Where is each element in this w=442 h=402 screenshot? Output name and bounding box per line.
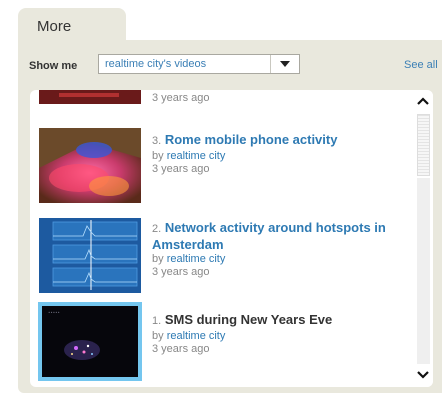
video-time: 3 years ago (152, 163, 210, 175)
by-label: by (152, 150, 167, 162)
video-time: 3 years ago (152, 92, 210, 104)
tab-more[interactable]: More (18, 8, 126, 42)
list-item[interactable]: 3. Rome mobile phone activity by realtim… (30, 124, 400, 204)
chevron-down-icon[interactable] (413, 366, 433, 386)
video-title[interactable]: SMS during New Years Eve (165, 312, 332, 327)
video-title-link[interactable]: Rome mobile phone activity (165, 132, 338, 147)
list-item-partial[interactable]: 3 years ago (30, 90, 400, 105)
show-me-select-value: realtime city's videos (105, 58, 207, 70)
chevron-up-icon[interactable] (413, 92, 433, 112)
video-list: 3 years ago 3. Rome mobile phone activit… (30, 90, 433, 387)
list-item[interactable]: 2. Network activity around hotspots in A… (30, 214, 400, 296)
video-thumbnail[interactable] (39, 128, 141, 203)
author-link[interactable]: realtime city (167, 150, 226, 162)
video-number: 2. (152, 223, 162, 235)
video-meta: 2. Network activity around hotspots in A… (152, 220, 392, 279)
list-item-selected[interactable]: ••••• 1. SMS during New Years Eve by rea… (30, 302, 400, 386)
video-thumbnail-partial[interactable] (39, 90, 141, 104)
video-title-link[interactable]: Network activity around hotspots in Amst… (152, 220, 386, 252)
video-number: 3. (152, 135, 162, 147)
video-number: 1. (152, 315, 162, 327)
dropdown-arrow-icon[interactable] (270, 55, 299, 73)
tab-more-label: More (37, 18, 72, 35)
scrollbar[interactable] (413, 90, 433, 387)
show-me-select[interactable]: realtime city's videos (98, 54, 300, 74)
video-time: 3 years ago (152, 266, 210, 278)
scrollbar-rail[interactable] (417, 178, 430, 364)
author-link[interactable]: realtime city (167, 330, 226, 342)
video-time: 3 years ago (152, 343, 210, 355)
video-thumbnail[interactable]: ••••• (38, 302, 142, 381)
video-meta-partial: 3 years ago (152, 92, 209, 105)
author-link[interactable]: realtime city (167, 253, 226, 265)
see-all-link[interactable]: See all (404, 59, 438, 71)
scrollbar-thumb[interactable] (417, 114, 430, 176)
video-meta: 1. SMS during New Years Eve by realtime … (152, 312, 332, 356)
video-meta: 3. Rome mobile phone activity by realtim… (152, 132, 337, 176)
show-me-label: Show me (29, 60, 78, 72)
by-label: by (152, 253, 167, 265)
by-label: by (152, 330, 167, 342)
svg-text:•••••: ••••• (48, 310, 60, 315)
video-thumbnail[interactable] (39, 218, 141, 293)
